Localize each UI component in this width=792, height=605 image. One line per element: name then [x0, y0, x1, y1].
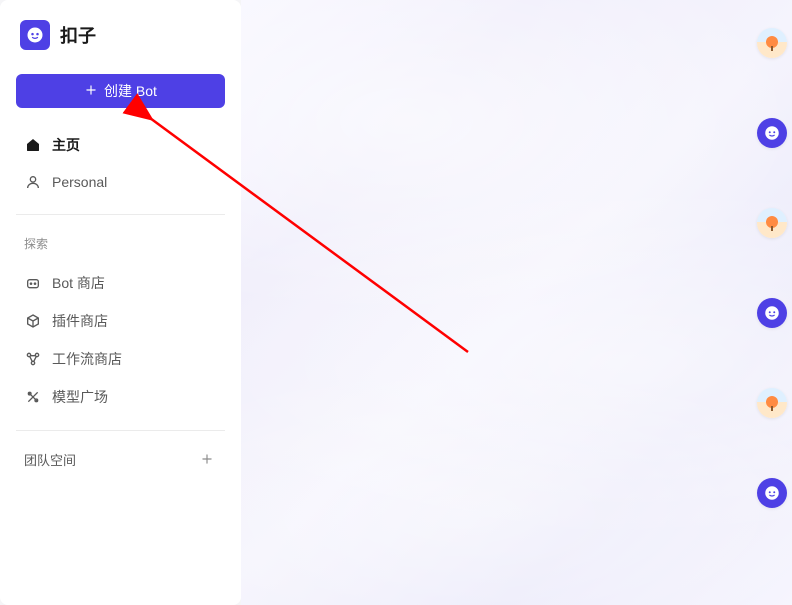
nav-primary: 主页 Personal — [16, 126, 225, 200]
cube-icon — [24, 312, 42, 330]
rail-avatar-icon[interactable] — [757, 208, 787, 238]
create-bot-button[interactable]: 创建 Bot — [16, 74, 225, 108]
explore-section-label: 探索 — [16, 229, 225, 258]
nav-explore: Bot 商店 插件商店 工作流商店 — [16, 264, 225, 416]
sidebar-item-bot-store[interactable]: Bot 商店 — [16, 264, 225, 302]
brand-title: 扣子 — [60, 22, 96, 48]
tools-icon — [24, 388, 42, 406]
workflow-icon — [24, 350, 42, 368]
rail-bot-icon[interactable] — [757, 298, 787, 328]
sidebar-item-personal[interactable]: Personal — [16, 164, 225, 200]
sidebar-item-label: Bot 商店 — [52, 273, 105, 293]
divider — [16, 430, 225, 431]
divider — [16, 214, 225, 215]
sidebar-item-model-plaza[interactable]: 模型广场 — [16, 378, 225, 416]
team-space-label: 团队空间 — [24, 450, 76, 469]
home-icon — [24, 136, 42, 154]
rail-bot-icon[interactable] — [757, 478, 787, 508]
team-space-section: 团队空间 — [16, 445, 225, 473]
sidebar-item-home[interactable]: 主页 — [16, 126, 225, 164]
sidebar-item-label: 模型广场 — [52, 387, 108, 407]
sidebar-item-label: 主页 — [52, 135, 80, 155]
rail-avatar-icon[interactable] — [757, 388, 787, 418]
sidebar-item-workflow-store[interactable]: 工作流商店 — [16, 340, 225, 378]
bot-icon — [24, 274, 42, 292]
sidebar: 扣子 创建 Bot 主页 Personal — [0, 0, 241, 605]
main-content — [241, 0, 792, 605]
sidebar-item-plugin-store[interactable]: 插件商店 — [16, 302, 225, 340]
rail-bot-icon[interactable] — [757, 118, 787, 148]
right-rail — [752, 0, 792, 605]
sidebar-item-label: 工作流商店 — [52, 349, 122, 369]
plus-icon — [84, 83, 98, 100]
create-bot-label: 创建 Bot — [104, 81, 157, 101]
brand-logo-icon — [20, 20, 50, 50]
sidebar-item-label: Personal — [52, 174, 107, 190]
add-team-space-button[interactable] — [197, 449, 217, 469]
user-icon — [24, 173, 42, 191]
sidebar-item-label: 插件商店 — [52, 311, 108, 331]
brand: 扣子 — [16, 20, 225, 50]
rail-avatar-icon[interactable] — [757, 28, 787, 58]
